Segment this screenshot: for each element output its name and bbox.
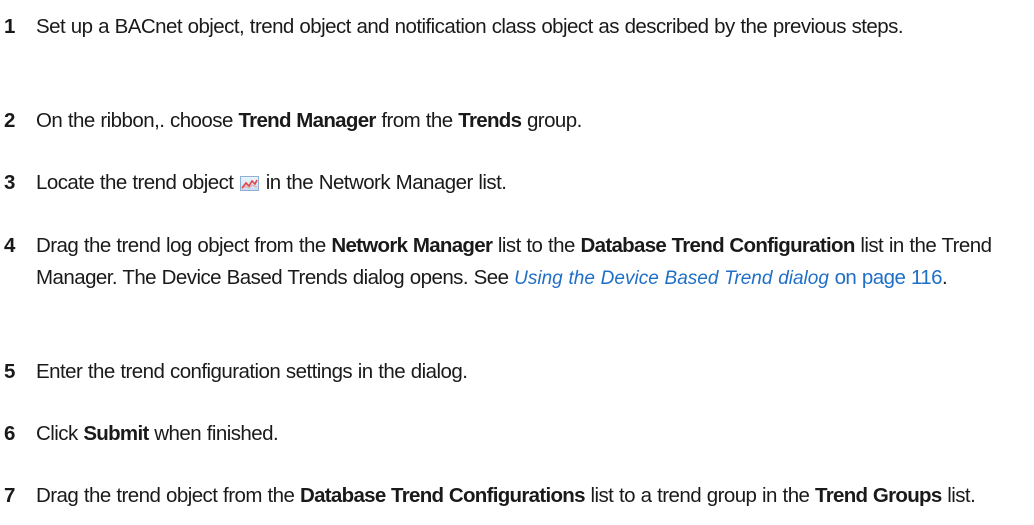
step-number: 5 <box>4 360 16 383</box>
step-number: 4 <box>4 234 16 257</box>
step-text: Drag the trend log object from the Netwo… <box>36 230 1008 295</box>
step-text: Set up a BACnet object, trend object and… <box>36 15 904 38</box>
trend-chart-icon <box>240 176 260 191</box>
step-text: Enter the trend configuration settings i… <box>36 360 468 383</box>
text-segment: when finished. <box>148 422 279 445</box>
text-segment: group. <box>521 109 582 132</box>
step-number: 1 <box>4 15 16 38</box>
text-segment: Drag the trend object from the <box>36 484 300 507</box>
text-segment: Locate the trend object <box>36 171 240 194</box>
text-segment: list to a trend group in the <box>584 484 816 507</box>
text-segment: Click <box>36 422 84 445</box>
ui-term-database-trend-configuration: Database Trend Configuration <box>580 234 856 257</box>
ui-term-trends: Trends <box>458 109 522 132</box>
step-number: 2 <box>4 109 16 132</box>
step-text: Drag the trend object from the Database … <box>36 480 996 512</box>
text-segment: in the Network Manager list. <box>260 171 507 194</box>
step-number: 7 <box>4 484 16 507</box>
link-title: Using the Device Based Trend dialog <box>514 268 829 289</box>
ui-term-trend-groups: Trend Groups <box>815 484 942 507</box>
ui-term-submit: Submit <box>83 422 149 445</box>
text-segment: from the <box>375 109 459 132</box>
text-segment: Drag the trend log object from the <box>36 234 332 257</box>
step-number: 6 <box>4 422 16 445</box>
step-text: On the ribbon,. choose Trend Manager fro… <box>36 105 1026 137</box>
text-segment: list. <box>941 484 976 507</box>
step-text: Click Submit when finished. <box>36 418 1026 450</box>
cross-reference-link[interactable]: Using the Device Based Trend dialog on p… <box>514 266 942 289</box>
ui-term-database-trend-configurations: Database Trend Configurations <box>299 484 586 507</box>
link-page: on page 116 <box>828 266 943 289</box>
ui-term-network-manager: Network Manager <box>331 234 493 257</box>
step-number: 3 <box>4 171 16 194</box>
text-segment: On the ribbon,. choose <box>36 109 239 132</box>
ui-term-trend-manager: Trend Manager <box>238 109 376 132</box>
text-segment: list to the <box>492 234 581 257</box>
text-segment: . <box>942 266 948 289</box>
step-text: Locate the trend object in the Network M… <box>36 167 1026 199</box>
